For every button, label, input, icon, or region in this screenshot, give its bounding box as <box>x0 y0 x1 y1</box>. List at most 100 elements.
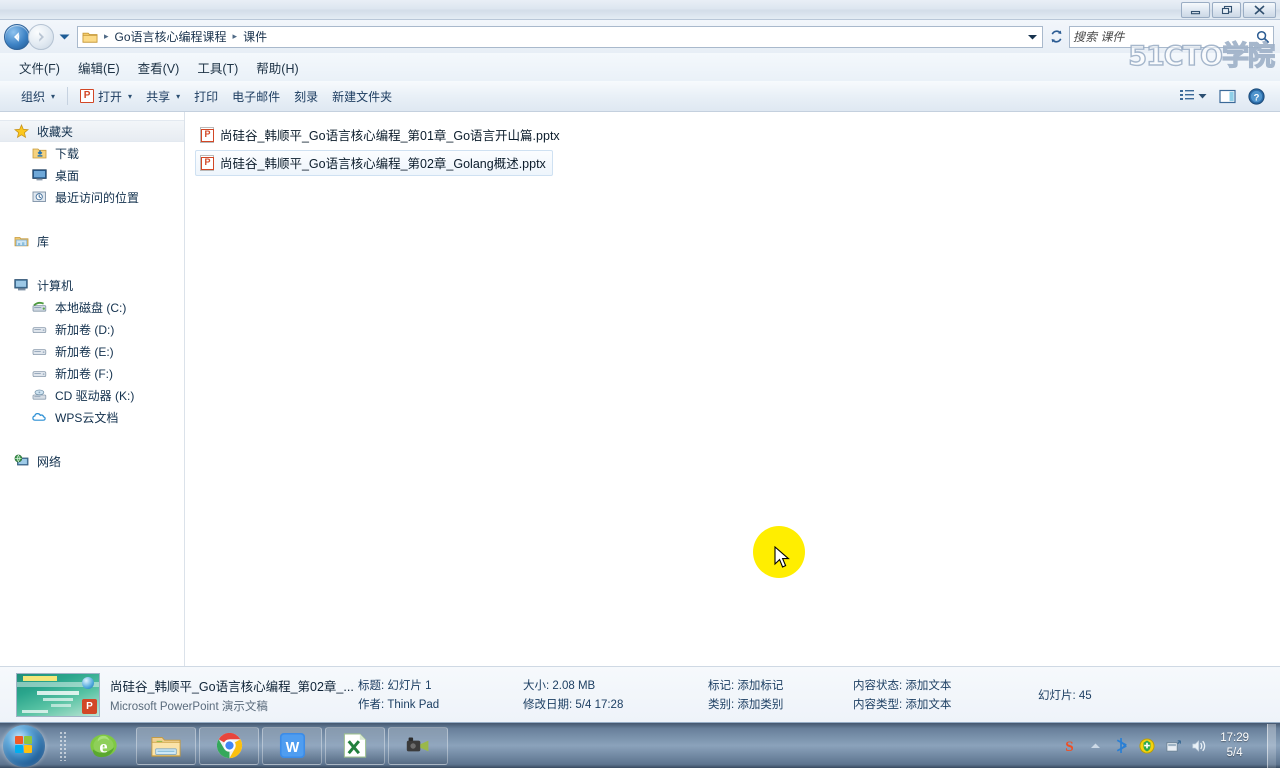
share-button[interactable]: 共享 ▾ <box>139 85 187 108</box>
breadcrumb-item-0[interactable]: Go语言核心编程课程 <box>111 27 231 46</box>
star-icon <box>14 123 32 139</box>
file-item-0[interactable]: 尚硅谷_韩顺平_Go语言核心编程_第01章_Go语言开山篇.pptx <box>195 122 567 148</box>
tray-safely-remove[interactable] <box>1164 737 1182 755</box>
sidebar-item-cd-drive-k[interactable]: CD 驱动器 (K:) <box>0 384 184 406</box>
breadcrumb[interactable]: ▸ Go语言核心编程课程 ▸ 课件 <box>77 25 1043 48</box>
refresh-button[interactable] <box>1045 26 1067 48</box>
sidebar-group-computer[interactable]: 计算机 <box>0 274 184 296</box>
burn-button[interactable]: 刻录 <box>287 85 325 108</box>
chevron-down-icon: ▾ <box>176 91 181 101</box>
sidebar-item-cd-drive-k-label: CD 驱动器 (K:) <box>55 388 135 403</box>
breadcrumb-item-1[interactable]: 课件 <box>239 27 271 46</box>
details-content-type[interactable]: 内容类型: 添加文本 <box>853 696 1038 712</box>
refresh-icon <box>1051 30 1061 43</box>
organize-label: 组织 <box>21 89 46 104</box>
chevron-down-icon <box>1027 34 1037 39</box>
file-item-1[interactable]: 尚硅谷_韩顺平_Go语言核心编程_第02章_Golang概述.pptx <box>195 150 553 176</box>
menu-edit[interactable]: 编辑(E) <box>69 55 129 80</box>
close-icon <box>1254 5 1265 15</box>
details-slides: 幻灯片: 45 <box>1038 689 1092 702</box>
show-desktop-button[interactable] <box>1267 723 1276 768</box>
file-item-0-name: 尚硅谷_韩顺平_Go语言核心编程_第01章_Go语言开山篇.pptx <box>220 129 560 143</box>
tray-show-hidden-icons[interactable] <box>1086 737 1104 755</box>
sidebar-item-desktop[interactable]: 桌面 <box>0 164 184 186</box>
taskbar-explorer[interactable] <box>136 726 196 765</box>
close-button[interactable] <box>1243 2 1276 18</box>
file-list[interactable]: 尚硅谷_韩顺平_Go语言核心编程_第01章_Go语言开山篇.pptx 尚硅谷_韩… <box>185 112 1280 666</box>
details-size: 大小: 2.08 MB <box>523 680 596 692</box>
forward-arrow-icon <box>39 31 44 42</box>
address-dropdown-button[interactable] <box>1024 27 1040 47</box>
details-file-type: Microsoft PowerPoint 演示文稿 <box>110 700 268 713</box>
computer-icon <box>14 278 32 292</box>
share-label: 共享 <box>146 89 171 104</box>
menu-view[interactable]: 查看(V) <box>129 55 189 80</box>
sidebar-item-drive-d[interactable]: 新加卷 (D:) <box>0 318 184 340</box>
view-options-button[interactable] <box>1175 86 1212 106</box>
chevron-down-icon: ▾ <box>128 91 133 101</box>
taskbar-recorder[interactable] <box>388 726 448 765</box>
taskbar-grip[interactable] <box>59 730 67 761</box>
menu-file[interactable]: 文件(F) <box>10 55 69 80</box>
sidebar-item-wps-cloud[interactable]: WPS云文档 <box>0 406 184 428</box>
navigation-pane[interactable]: 收藏夹 下载 桌面 最近访问的位置 库 计算机 本地磁盘 (C:) 新加卷 (D… <box>0 112 185 666</box>
sidebar-item-drive-e-label: 新加卷 (E:) <box>55 344 114 359</box>
minimize-button[interactable] <box>1181 2 1210 18</box>
svg-text:W: W <box>285 740 299 756</box>
tray-volume[interactable] <box>1190 737 1208 755</box>
clock-date: 5/4 <box>1226 746 1243 759</box>
sidebar-gap-3 <box>0 428 184 450</box>
chevron-down-icon: ▾ <box>51 91 56 101</box>
chrome-icon <box>216 732 242 759</box>
open-button[interactable]: P 打开 ▾ <box>73 85 139 108</box>
search-box[interactable] <box>1069 25 1274 48</box>
sidebar-group-libraries[interactable]: 库 <box>0 230 184 252</box>
print-button[interactable]: 打印 <box>187 85 225 108</box>
details-name-column: 尚硅谷_韩顺平_Go语言核心编程_第02章_... Microsoft Powe… <box>110 676 358 714</box>
breadcrumb-separator-1[interactable]: ▸ <box>231 31 240 42</box>
help-button[interactable]: ? <box>1243 85 1270 108</box>
thumb-line-5 <box>22 709 48 713</box>
email-button[interactable]: 电子邮件 <box>225 85 287 108</box>
thumb-line-4 <box>51 703 71 707</box>
forward-button[interactable] <box>28 23 54 50</box>
details-file-name: 尚硅谷_韩顺平_Go语言核心编程_第02章_... <box>110 679 354 694</box>
menu-help[interactable]: 帮助(H) <box>247 55 307 80</box>
taskbar-clock[interactable]: 17:29 5/4 <box>1216 731 1257 761</box>
sidebar-item-downloads[interactable]: 下载 <box>0 142 184 164</box>
sidebar-group-network[interactable]: 网络 <box>0 450 184 472</box>
organize-button[interactable]: 组织 ▾ <box>14 85 62 108</box>
sidebar-item-desktop-label: 桌面 <box>55 168 80 183</box>
sidebar-group-favorites[interactable]: 收藏夹 <box>0 120 184 142</box>
menu-tools[interactable]: 工具(T) <box>188 55 247 80</box>
back-button[interactable] <box>4 23 30 50</box>
tray-bluetooth[interactable] <box>1112 737 1130 755</box>
restore-button[interactable] <box>1212 2 1241 18</box>
sidebar-item-drive-e[interactable]: 新加卷 (E:) <box>0 340 184 362</box>
start-button[interactable] <box>3 724 45 767</box>
breadcrumb-separator-0[interactable]: ▸ <box>102 31 111 42</box>
taskbar-ie[interactable]: e <box>73 727 133 765</box>
clock-time: 17:29 <box>1220 731 1249 744</box>
recent-locations-button[interactable] <box>56 24 72 50</box>
details-content-column: 内容状态: 添加文本 内容类型: 添加文本 <box>853 677 1038 712</box>
sidebar-item-drive-c[interactable]: 本地磁盘 (C:) <box>0 296 184 318</box>
details-category[interactable]: 类别: 添加类别 <box>708 696 853 712</box>
details-tags[interactable]: 标记: 添加标记 <box>708 677 853 693</box>
sidebar-item-drive-f[interactable]: 新加卷 (F:) <box>0 362 184 384</box>
taskbar-excel[interactable] <box>325 726 385 765</box>
details-content-status[interactable]: 内容状态: 添加文本 <box>853 677 1038 693</box>
new-folder-button[interactable]: 新建文件夹 <box>325 85 399 108</box>
search-icon[interactable] <box>1256 30 1270 44</box>
cd-drive-icon <box>32 388 50 402</box>
sidebar-item-recent-places[interactable]: 最近访问的位置 <box>0 186 184 208</box>
sogou-ime-icon: S <box>1065 739 1073 754</box>
search-input[interactable] <box>1073 29 1256 44</box>
preview-pane-button[interactable] <box>1214 86 1241 107</box>
taskbar-wps[interactable]: W <box>262 726 322 765</box>
libraries-icon <box>14 234 32 248</box>
taskbar-chrome[interactable] <box>199 726 259 765</box>
chevron-down-icon <box>1198 93 1207 98</box>
tray-security[interactable] <box>1138 737 1156 755</box>
tray-sogou-ime[interactable]: S <box>1060 737 1078 755</box>
